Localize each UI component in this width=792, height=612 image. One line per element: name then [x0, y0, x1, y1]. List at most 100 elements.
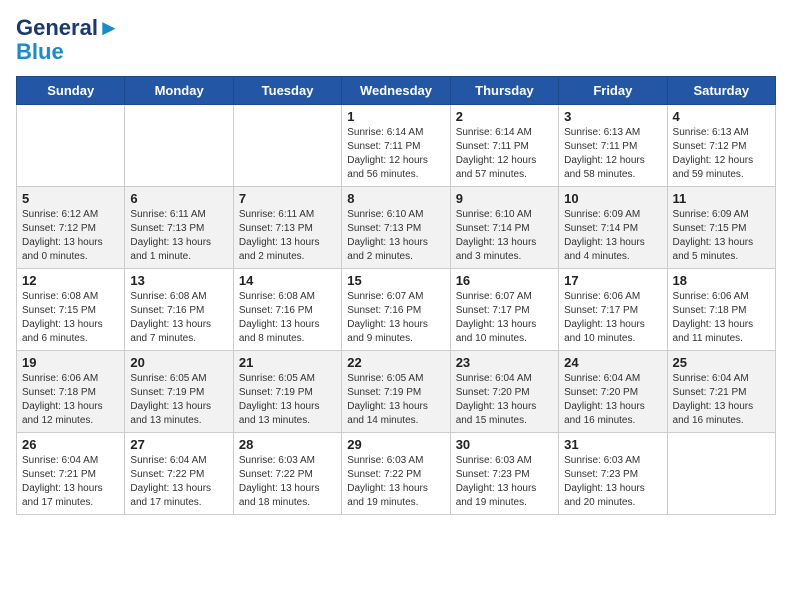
- cal-cell: 16 Sunrise: 6:07 AM Sunset: 7:17 PM Dayli…: [450, 269, 558, 351]
- cal-cell: 22 Sunrise: 6:05 AM Sunset: 7:19 PM Dayli…: [342, 351, 450, 433]
- date-number: 21: [239, 355, 336, 370]
- cal-cell: 8Sunrise: 6:10 AM Sunset: 7:13 PM Daylig…: [342, 187, 450, 269]
- cell-info: Sunrise: 6:03 AM Sunset: 7:23 PM Dayligh…: [564, 454, 661, 510]
- date-number: 10: [564, 191, 661, 206]
- cell-info: Sunrise: 6:09 AM Sunset: 7:15 PM Dayligh…: [673, 208, 770, 264]
- cal-cell: 27 Sunrise: 6:04 AM Sunset: 7:22 PM Dayli…: [125, 433, 233, 515]
- cell-info: Sunrise: 6:05 AM Sunset: 7:19 PM Dayligh…: [239, 372, 336, 428]
- day-header-wednesday: Wednesday: [342, 77, 450, 105]
- date-number: 19: [22, 355, 119, 370]
- cal-cell: 31 Sunrise: 6:03 AM Sunset: 7:23 PM Dayli…: [559, 433, 667, 515]
- date-number: 3: [564, 109, 661, 124]
- cal-cell: 1 Sunrise: 6:14 AM Sunset: 7:11 PM Daylig…: [342, 105, 450, 187]
- date-number: 28: [239, 437, 336, 452]
- cal-cell: 26Sunrise: 6:04 AM Sunset: 7:21 PM Dayli…: [17, 433, 125, 515]
- cal-cell: 29 Sunrise: 6:03 AM Sunset: 7:22 PM Dayli…: [342, 433, 450, 515]
- cell-info: Sunrise: 6:04 AM Sunset: 7:21 PM Dayligh…: [673, 372, 770, 428]
- cell-info: Sunrise: 6:10 AM Sunset: 7:14 PM Dayligh…: [456, 208, 553, 264]
- date-number: 30: [456, 437, 553, 452]
- cell-info: Sunrise: 6:05 AM Sunset: 7:19 PM Dayligh…: [347, 372, 444, 428]
- week-row-1: 5Sunrise: 6:12 AM Sunset: 7:12 PM Daylig…: [17, 187, 776, 269]
- cal-cell: 20 Sunrise: 6:05 AM Sunset: 7:19 PM Dayli…: [125, 351, 233, 433]
- cell-info: Sunrise: 6:03 AM Sunset: 7:22 PM Dayligh…: [347, 454, 444, 510]
- date-number: 25: [673, 355, 770, 370]
- date-number: 24: [564, 355, 661, 370]
- cal-cell: 25 Sunrise: 6:04 AM Sunset: 7:21 PM Dayli…: [667, 351, 775, 433]
- cell-info: Sunrise: 6:06 AM Sunset: 7:17 PM Dayligh…: [564, 290, 661, 346]
- cell-info: Sunrise: 6:05 AM Sunset: 7:19 PM Dayligh…: [130, 372, 227, 428]
- cell-info: Sunrise: 6:04 AM Sunset: 7:20 PM Dayligh…: [456, 372, 553, 428]
- day-header-monday: Monday: [125, 77, 233, 105]
- cell-info: Sunrise: 6:13 AM Sunset: 7:12 PM Dayligh…: [673, 126, 770, 182]
- cal-cell: 28 Sunrise: 6:03 AM Sunset: 7:22 PM Dayli…: [233, 433, 341, 515]
- cell-info: Sunrise: 6:08 AM Sunset: 7:16 PM Dayligh…: [239, 290, 336, 346]
- cell-info: Sunrise: 6:13 AM Sunset: 7:11 PM Dayligh…: [564, 126, 661, 182]
- cal-cell: [17, 105, 125, 187]
- cal-cell: 30 Sunrise: 6:03 AM Sunset: 7:23 PM Dayli…: [450, 433, 558, 515]
- date-number: 15: [347, 273, 444, 288]
- cell-info: Sunrise: 6:12 AM Sunset: 7:12 PM Dayligh…: [22, 208, 119, 264]
- cell-info: Sunrise: 6:10 AM Sunset: 7:13 PM Dayligh…: [347, 208, 444, 264]
- cell-info: Sunrise: 6:14 AM Sunset: 7:11 PM Dayligh…: [347, 126, 444, 182]
- cal-cell: 9 Sunrise: 6:10 AM Sunset: 7:14 PM Daylig…: [450, 187, 558, 269]
- logo: General►Blue: [16, 16, 120, 64]
- cell-info: Sunrise: 6:04 AM Sunset: 7:20 PM Dayligh…: [564, 372, 661, 428]
- cell-info: Sunrise: 6:11 AM Sunset: 7:13 PM Dayligh…: [130, 208, 227, 264]
- date-number: 2: [456, 109, 553, 124]
- cal-cell: 21 Sunrise: 6:05 AM Sunset: 7:19 PM Dayli…: [233, 351, 341, 433]
- cal-cell: 5Sunrise: 6:12 AM Sunset: 7:12 PM Daylig…: [17, 187, 125, 269]
- date-number: 1: [347, 109, 444, 124]
- date-number: 31: [564, 437, 661, 452]
- date-number: 6: [130, 191, 227, 206]
- cal-cell: 13 Sunrise: 6:08 AM Sunset: 7:16 PM Dayli…: [125, 269, 233, 351]
- cal-cell: [233, 105, 341, 187]
- cell-info: Sunrise: 6:04 AM Sunset: 7:21 PM Dayligh…: [22, 454, 119, 510]
- cal-cell: 3 Sunrise: 6:13 AM Sunset: 7:11 PM Daylig…: [559, 105, 667, 187]
- cal-cell: 2 Sunrise: 6:14 AM Sunset: 7:11 PM Daylig…: [450, 105, 558, 187]
- cell-info: Sunrise: 6:06 AM Sunset: 7:18 PM Dayligh…: [22, 372, 119, 428]
- cal-cell: [667, 433, 775, 515]
- date-number: 27: [130, 437, 227, 452]
- cal-cell: 18 Sunrise: 6:06 AM Sunset: 7:18 PM Dayli…: [667, 269, 775, 351]
- date-number: 29: [347, 437, 444, 452]
- date-number: 4: [673, 109, 770, 124]
- cell-info: Sunrise: 6:07 AM Sunset: 7:16 PM Dayligh…: [347, 290, 444, 346]
- cal-cell: 12 Sunrise: 6:08 AM Sunset: 7:15 PM Dayli…: [17, 269, 125, 351]
- cell-info: Sunrise: 6:08 AM Sunset: 7:15 PM Dayligh…: [22, 290, 119, 346]
- cal-cell: 23Sunrise: 6:04 AM Sunset: 7:20 PM Dayli…: [450, 351, 558, 433]
- date-number: 7: [239, 191, 336, 206]
- date-number: 18: [673, 273, 770, 288]
- date-number: 16: [456, 273, 553, 288]
- day-header-thursday: Thursday: [450, 77, 558, 105]
- cell-info: Sunrise: 6:07 AM Sunset: 7:17 PM Dayligh…: [456, 290, 553, 346]
- cal-cell: 10 Sunrise: 6:09 AM Sunset: 7:14 PM Dayli…: [559, 187, 667, 269]
- cell-info: Sunrise: 6:03 AM Sunset: 7:22 PM Dayligh…: [239, 454, 336, 510]
- cell-info: Sunrise: 6:04 AM Sunset: 7:22 PM Dayligh…: [130, 454, 227, 510]
- cal-cell: 4 Sunrise: 6:13 AM Sunset: 7:12 PM Daylig…: [667, 105, 775, 187]
- cal-cell: 24 Sunrise: 6:04 AM Sunset: 7:20 PM Dayli…: [559, 351, 667, 433]
- day-header-tuesday: Tuesday: [233, 77, 341, 105]
- cal-cell: 11Sunrise: 6:09 AM Sunset: 7:15 PM Dayli…: [667, 187, 775, 269]
- logo-text: General►Blue: [16, 16, 120, 64]
- page-header: General►Blue: [16, 16, 776, 64]
- date-number: 9: [456, 191, 553, 206]
- cal-cell: 19 Sunrise: 6:06 AM Sunset: 7:18 PM Dayli…: [17, 351, 125, 433]
- date-number: 20: [130, 355, 227, 370]
- date-number: 12: [22, 273, 119, 288]
- week-row-4: 26Sunrise: 6:04 AM Sunset: 7:21 PM Dayli…: [17, 433, 776, 515]
- day-header-friday: Friday: [559, 77, 667, 105]
- cal-cell: 7Sunrise: 6:11 AM Sunset: 7:13 PM Daylig…: [233, 187, 341, 269]
- week-row-2: 12 Sunrise: 6:08 AM Sunset: 7:15 PM Dayli…: [17, 269, 776, 351]
- date-number: 17: [564, 273, 661, 288]
- cell-info: Sunrise: 6:08 AM Sunset: 7:16 PM Dayligh…: [130, 290, 227, 346]
- header-row: SundayMondayTuesdayWednesdayThursdayFrid…: [17, 77, 776, 105]
- cell-info: Sunrise: 6:06 AM Sunset: 7:18 PM Dayligh…: [673, 290, 770, 346]
- cell-info: Sunrise: 6:14 AM Sunset: 7:11 PM Dayligh…: [456, 126, 553, 182]
- day-header-saturday: Saturday: [667, 77, 775, 105]
- cal-cell: [125, 105, 233, 187]
- cell-info: Sunrise: 6:09 AM Sunset: 7:14 PM Dayligh…: [564, 208, 661, 264]
- cell-info: Sunrise: 6:03 AM Sunset: 7:23 PM Dayligh…: [456, 454, 553, 510]
- date-number: 13: [130, 273, 227, 288]
- date-number: 22: [347, 355, 444, 370]
- cal-cell: 14Sunrise: 6:08 AM Sunset: 7:16 PM Dayli…: [233, 269, 341, 351]
